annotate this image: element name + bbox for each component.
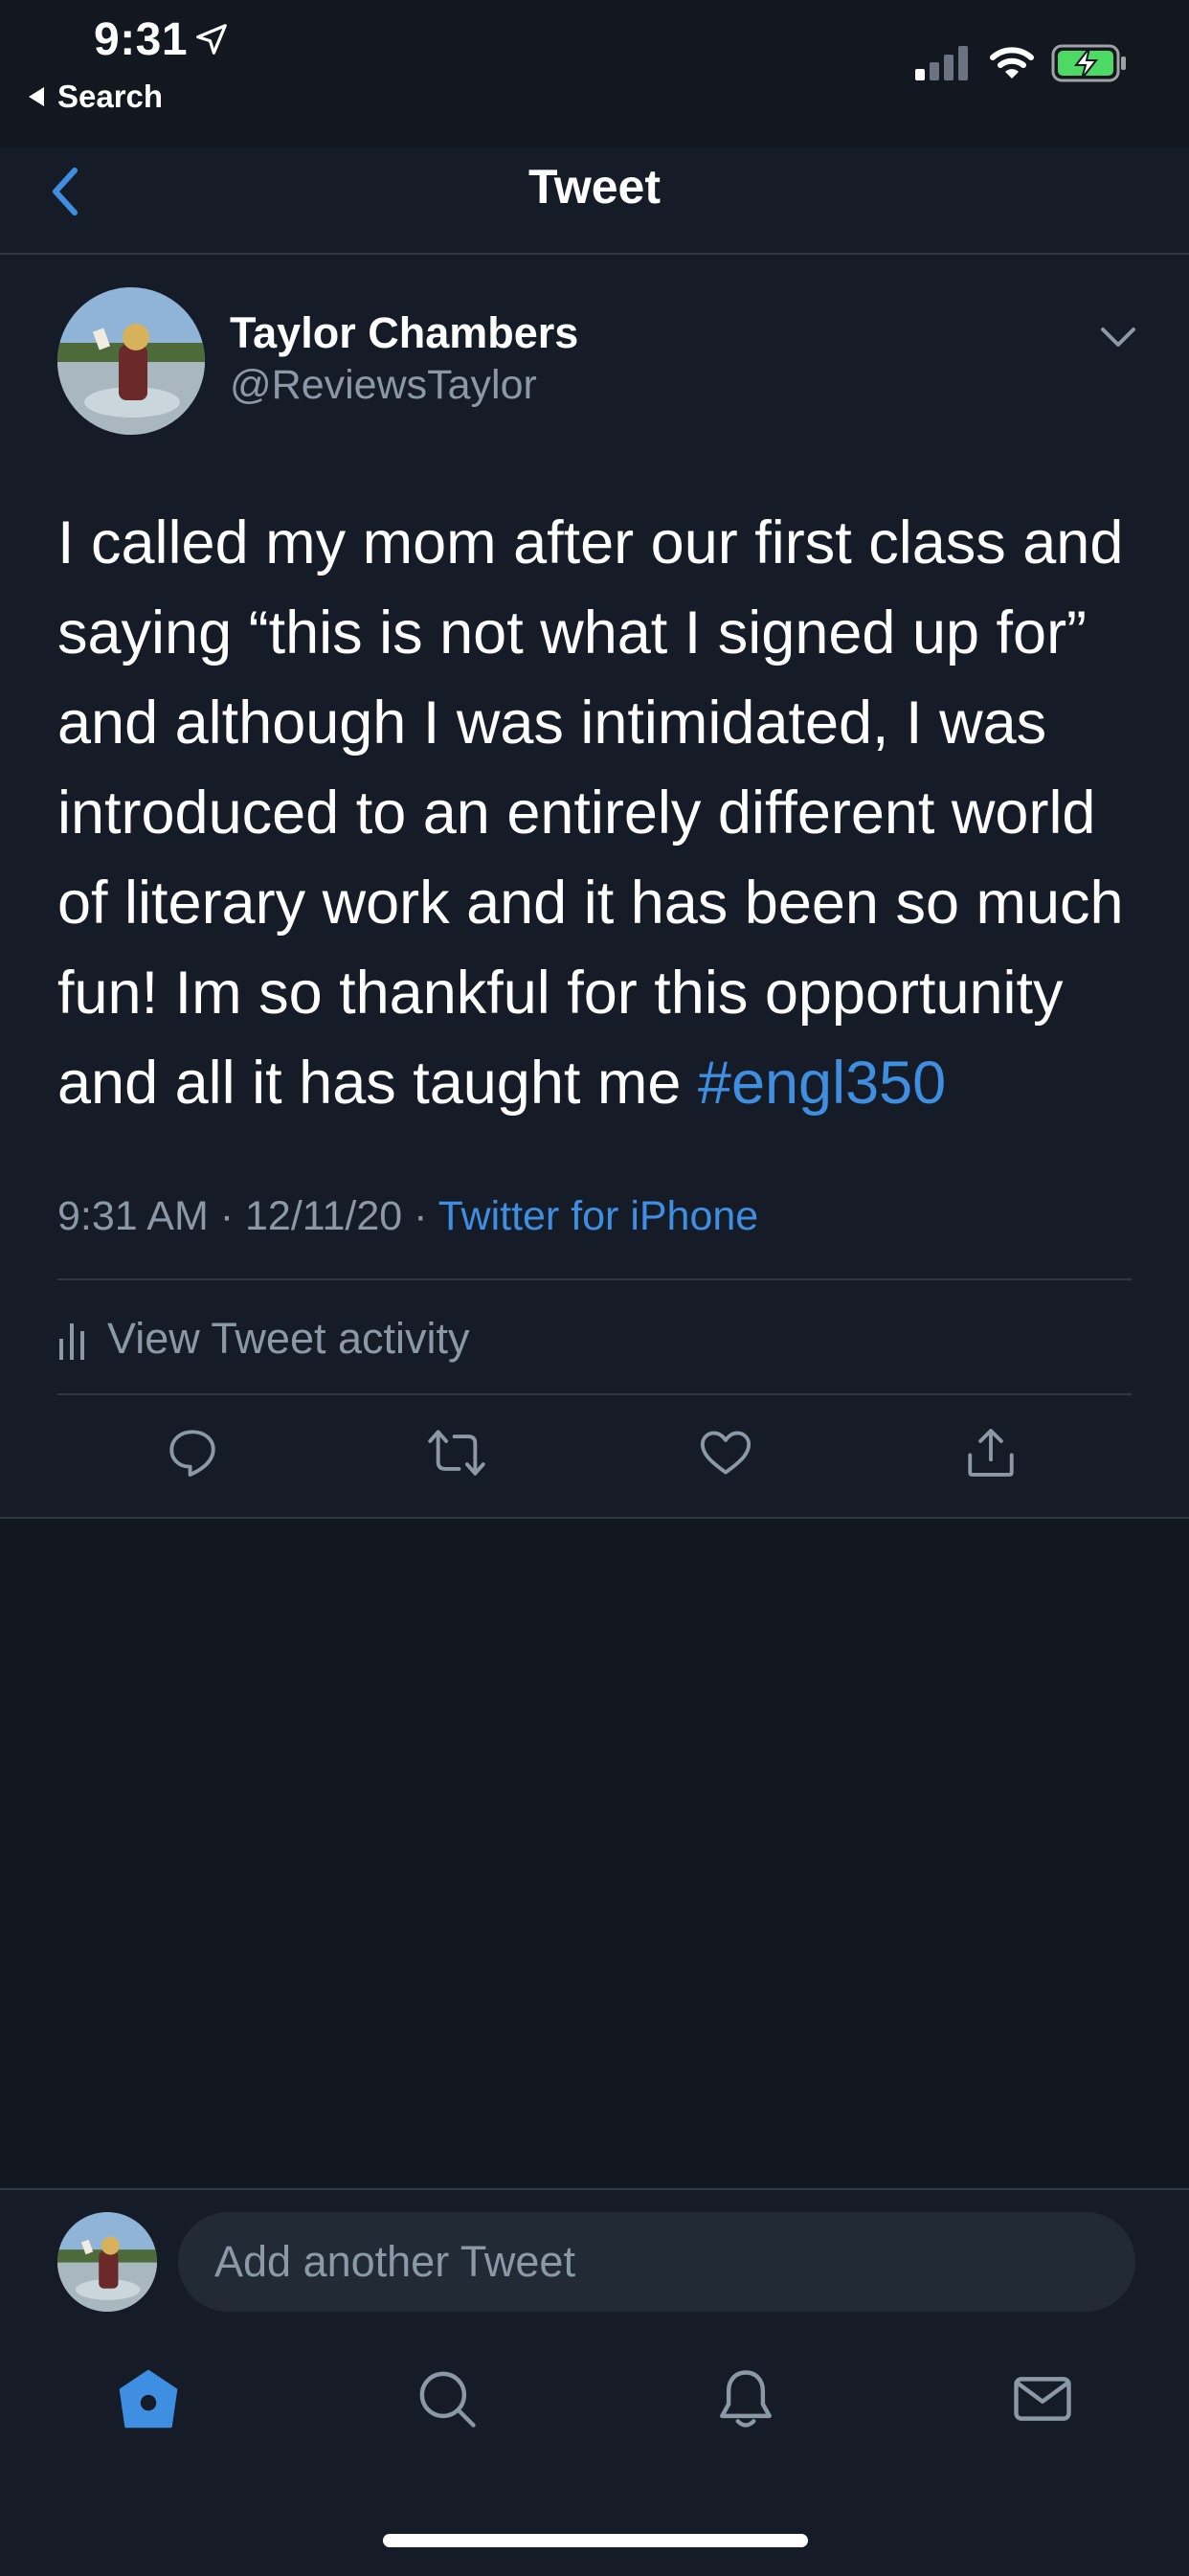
chevron-down-icon[interactable] xyxy=(1099,324,1137,350)
tweet-text-line: saying “this is not what I signed up for… xyxy=(57,599,1088,667)
back-to-search-label: Search xyxy=(57,79,164,114)
page-title: Tweet xyxy=(528,160,661,214)
tweet-date: 12/11/20 xyxy=(244,1193,403,1239)
tweet-text-line: fun! Im so thankful for this opportunity xyxy=(57,960,1064,1027)
location-arrow-icon xyxy=(196,24,227,55)
avatar-image xyxy=(57,2212,157,2312)
activity-bars-icon xyxy=(59,1323,84,1360)
tweet-text-line: and all it has taught me xyxy=(57,1050,698,1117)
tweet-text-line: and although I was intimidated, I was xyxy=(57,689,1047,757)
back-to-search-button[interactable]: Search xyxy=(29,79,163,115)
meta-separator: · xyxy=(402,1193,438,1239)
retweet-icon[interactable] xyxy=(426,1425,487,1480)
tweet-text: I called my mom after our first class an… xyxy=(57,498,1149,1128)
home-indicator xyxy=(383,2534,808,2547)
avatar-image xyxy=(57,287,205,435)
tweet-text-line: I called my mom after our first class an… xyxy=(57,509,1124,576)
messages-icon[interactable] xyxy=(1011,2367,1074,2430)
status-time: 9:31 xyxy=(94,14,189,65)
tweet-text-line: introduced to an entirely different worl… xyxy=(57,780,1096,847)
meta-separator: · xyxy=(208,1193,245,1239)
like-icon[interactable] xyxy=(697,1425,754,1480)
view-tweet-activity-button[interactable]: View Tweet activity xyxy=(57,1314,470,1364)
tweet-text-last-line: and all it has taught me #engl350 xyxy=(57,1038,1149,1128)
tweet-time: 9:31 AM xyxy=(57,1193,209,1239)
home-icon[interactable] xyxy=(117,2367,180,2430)
search-icon[interactable] xyxy=(415,2367,479,2430)
tweet-source-link[interactable]: Twitter for iPhone xyxy=(438,1193,759,1239)
wifi-icon xyxy=(990,47,1034,79)
reply-icon[interactable] xyxy=(165,1425,220,1480)
tweet-text-line: of literary work and it has been so much xyxy=(57,870,1124,937)
divider xyxy=(57,1393,1132,1395)
cellular-signal-icon xyxy=(915,46,968,80)
battery-charging-icon xyxy=(1051,44,1126,82)
notifications-icon[interactable] xyxy=(714,2367,777,2430)
divider xyxy=(57,1278,1132,1280)
author-avatar[interactable] xyxy=(57,287,205,435)
activity-label: View Tweet activity xyxy=(107,1314,470,1363)
author-name[interactable]: Taylor Chambers xyxy=(230,308,578,358)
back-triangle-icon xyxy=(29,87,44,106)
user-avatar[interactable] xyxy=(57,2212,157,2312)
share-icon[interactable] xyxy=(963,1425,1019,1480)
hashtag-link[interactable]: #engl350 xyxy=(698,1050,946,1117)
add-tweet-input[interactable]: Add another Tweet xyxy=(178,2212,1135,2312)
tweet-meta: 9:31 AM · 12/11/20 · Twitter for iPhone xyxy=(57,1193,758,1240)
add-tweet-placeholder: Add another Tweet xyxy=(214,2237,575,2286)
author-handle[interactable]: @ReviewsTaylor xyxy=(230,362,537,409)
